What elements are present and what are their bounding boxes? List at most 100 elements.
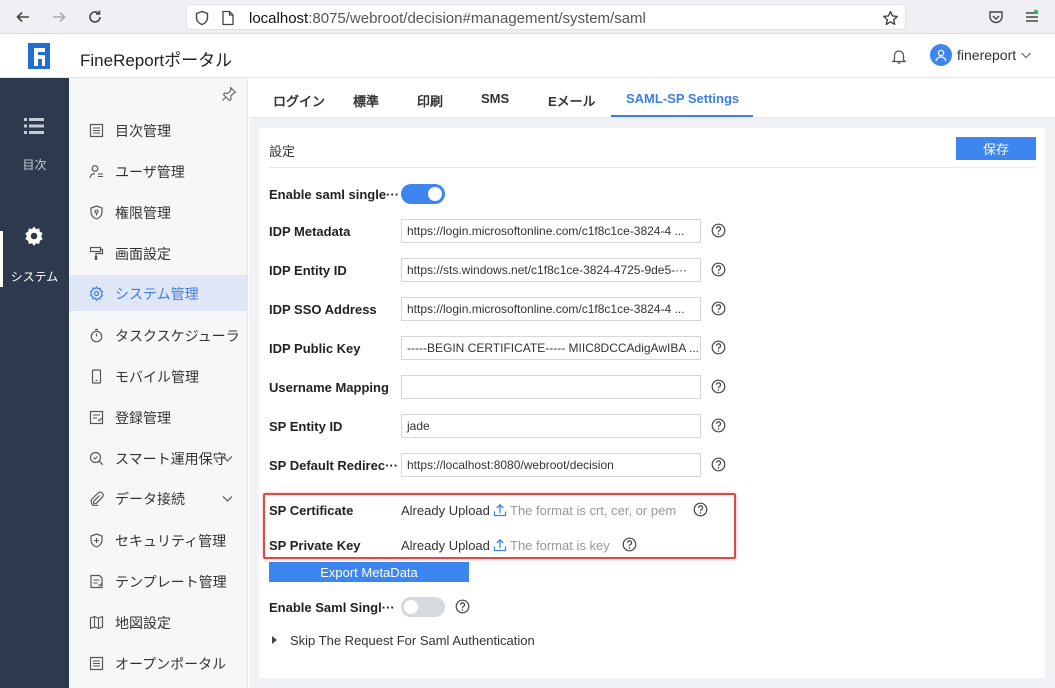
sidebar-item-system-management[interactable]: システム管理 [69,275,248,311]
user-name[interactable]: finereport [957,47,1016,63]
back-arrow-icon[interactable] [12,6,34,28]
username-mapping-input[interactable] [401,375,701,399]
sidebar-item-registration-management[interactable]: 登録管理 [69,399,248,435]
sp-entity-id-input[interactable]: jade [401,414,701,438]
question-icon[interactable] [711,379,726,394]
portal-icon [89,656,104,671]
export-metadata-button[interactable]: Export MetaData [269,562,469,582]
sidebar-item-data-connection[interactable]: データ接続 [69,480,248,516]
active-tab-underline [611,115,753,117]
sidebar-item-smart-ops[interactable]: スマート運用保守 [69,440,248,476]
question-icon[interactable] [711,457,726,472]
sidebar-item-label: スマート運用保守 [115,451,227,467]
tab-login[interactable]: ログイン [273,91,325,110]
sidebar-item-label: システム管理 [115,286,199,302]
question-icon[interactable] [711,340,726,355]
skip-request-label: Skip The Request For Saml Authentication [290,633,535,648]
sidebar-item-security-management[interactable]: セキュリティ管理 [69,522,248,558]
divider [269,167,1035,168]
system-sidebar: 目次管理 ユーザ管理 権限管理 画面設定 システム管理 タスクスケジューラ モバ… [69,78,248,688]
map-icon [89,615,104,630]
sidebar-item-screen-settings[interactable]: 画面設定 [69,235,248,271]
pin-icon[interactable] [221,86,237,102]
sidebar-item-label: ユーザ管理 [115,164,185,180]
gear-icon [89,286,104,301]
upload-icon[interactable] [493,503,507,517]
save-button[interactable]: 保存 [956,137,1036,160]
tab-saml-sp-settings[interactable]: SAML-SP Settings [626,91,739,106]
user-icon [89,164,104,179]
bell-icon[interactable] [889,46,909,66]
rail-item-system[interactable]: システム [0,225,69,295]
address-bar[interactable]: localhost:8075/webroot/decision#manageme… [186,4,906,30]
idp-public-key-input[interactable]: -----BEGIN CERTIFICATE----- MIIC8DCCAdig… [401,336,701,360]
directory-icon [89,123,104,138]
sp-private-key-hint: The format is key [510,538,610,553]
sidebar-item-mobile-management[interactable]: モバイル管理 [69,358,248,394]
menu-icon[interactable] [1021,6,1043,28]
paint-roller-icon [89,246,104,261]
rail-item-directory[interactable]: 目次 [0,116,69,186]
enable-saml-slo-toggle[interactable] [401,597,445,617]
sidebar-item-map-settings[interactable]: 地図設定 [69,604,248,640]
enable-saml-sso-toggle[interactable] [401,184,445,204]
shield-icon[interactable] [193,9,211,27]
question-icon[interactable] [693,502,708,517]
question-icon[interactable] [711,418,726,433]
question-icon[interactable] [622,537,637,552]
tab-print[interactable]: 印刷 [417,91,443,110]
rail-item-label: 目次 [22,158,47,172]
chevron-down-icon[interactable] [221,452,234,465]
sp-private-key-label: SP Private Key [269,538,361,553]
tab-standard[interactable]: 標準 [353,91,379,110]
finereport-logo [25,41,53,71]
browser-toolbar: localhost:8075/webroot/decision#manageme… [0,0,1055,34]
sidebar-item-permission-management[interactable]: 権限管理 [69,194,248,230]
sidebar-item-user-management[interactable]: ユーザ管理 [69,153,248,189]
module-rail: 目次 システム [0,78,69,688]
pocket-icon[interactable] [985,6,1007,28]
template-icon [89,574,104,589]
sidebar-item-label: データ接続 [115,491,185,507]
sidebar-item-label: モバイル管理 [115,369,199,385]
tab-sms[interactable]: SMS [481,91,509,106]
question-icon[interactable] [711,301,726,316]
star-icon[interactable] [881,9,899,27]
magnifier-icon [89,451,104,466]
section-title: 設定 [269,144,296,159]
toggle-knob [404,600,418,614]
sidebar-item-directory-management[interactable]: 目次管理 [69,112,248,148]
idp-entity-id-label: IDP Entity ID [269,263,347,278]
sidebar-item-template-management[interactable]: テンプレート管理 [69,563,248,599]
sidebar-item-label: 目次管理 [115,123,171,139]
rail-item-label: システム [10,270,59,284]
idp-public-key-label: IDP Public Key [269,341,361,356]
question-icon[interactable] [455,599,470,614]
page-icon[interactable] [219,9,237,27]
idp-metadata-input[interactable]: https://login.microsoftonline.com/c1f8c1… [401,219,701,243]
idp-entity-id-input[interactable]: https://sts.windows.net/c1f8c1ce-3824-47… [401,258,701,282]
reload-icon[interactable] [84,6,106,28]
sp-entity-id-label: SP Entity ID [269,419,343,434]
idp-sso-address-input[interactable]: https://login.microsoftonline.com/c1f8c1… [401,297,701,321]
username-mapping-label: Username Mapping [269,380,389,395]
sidebar-item-task-scheduler[interactable]: タスクスケジューラ [69,317,248,353]
forward-arrow-icon[interactable] [48,6,70,28]
tab-email[interactable]: Eメール [548,91,596,110]
sidebar-item-open-portal[interactable]: オープンポータル [69,645,248,681]
app-header: FineReportポータル finereport [0,34,1055,78]
enable-saml-slo-label: Enable Saml Singl··· [269,600,395,615]
sidebar-item-label: 登録管理 [115,410,171,426]
avatar[interactable] [930,44,952,66]
security-icon [89,533,104,548]
url-text[interactable]: localhost:8075/webroot/decision#manageme… [249,10,646,27]
mobile-icon [89,369,104,384]
upload-icon[interactable] [493,538,507,552]
question-icon[interactable] [711,262,726,277]
chevron-down-icon[interactable] [1019,48,1033,62]
sp-default-redirect-input[interactable]: https://localhost:8080/webroot/decision [401,453,701,477]
chevron-down-icon[interactable] [221,492,234,505]
sidebar-item-label: 権限管理 [115,205,171,221]
sp-certificate-status: Already Upload [401,503,490,518]
question-icon[interactable] [711,223,726,238]
